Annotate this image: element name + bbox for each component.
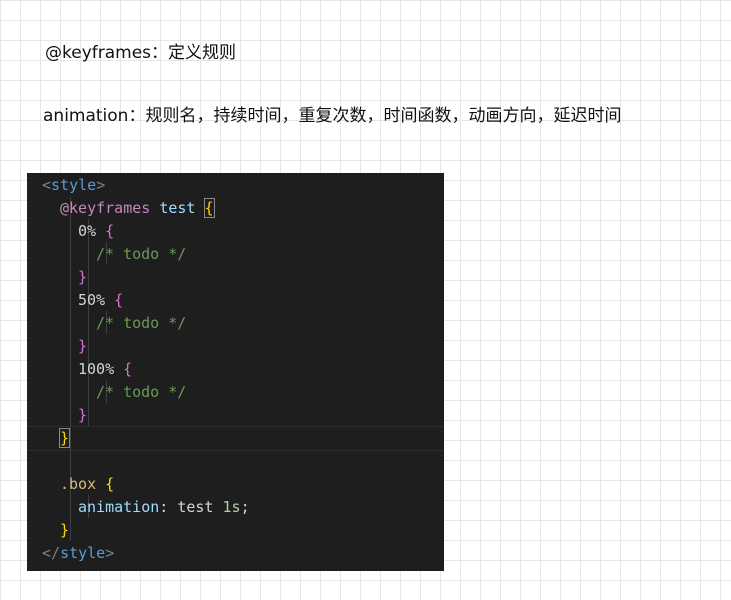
code-line: /* todo */	[96, 312, 444, 335]
tag-name: style	[51, 176, 97, 194]
keyframes-keyword: @keyframes	[60, 199, 151, 217]
tag-bracket: >	[96, 176, 106, 194]
keyframe-selector: 0%	[78, 222, 97, 240]
code-line: .box {	[60, 473, 444, 496]
animation-note: animation：规则名，持续时间，重复次数，时间函数，动画方向，延迟时间	[43, 106, 622, 126]
keyframes-name: test	[159, 199, 196, 217]
code-line: 50% {	[78, 289, 444, 312]
open-brace: {	[105, 222, 115, 240]
indent-guide	[88, 219, 89, 426]
open-brace: {	[114, 291, 124, 309]
close-brace: }	[58, 428, 71, 448]
code-line: /* todo */	[96, 381, 444, 404]
keyframe-selector: 50%	[78, 291, 106, 309]
code-line: <style>	[42, 174, 444, 197]
animation-name-value: test	[177, 498, 214, 516]
code-line: 100% {	[78, 358, 444, 381]
keyframes-note: @keyframes：定义规则	[45, 43, 237, 63]
tag-bracket: </	[42, 544, 61, 562]
semicolon: ;	[240, 498, 250, 516]
comment: /* todo */	[96, 314, 187, 332]
comment: /* todo */	[96, 245, 187, 263]
close-brace: }	[78, 406, 88, 424]
close-brace: }	[78, 268, 88, 286]
code-line: }	[58, 427, 444, 450]
open-brace: {	[203, 198, 215, 218]
comment: /* todo */	[96, 383, 187, 401]
code-editor-screenshot: <style> @keyframes test { 0% { /* todo *…	[27, 173, 444, 571]
close-brace: }	[60, 521, 70, 539]
tag-bracket: >	[105, 544, 115, 562]
colon: :	[159, 498, 169, 516]
code-line: /* todo */	[96, 243, 444, 266]
close-brace: }	[78, 337, 88, 355]
css-selector: .box	[60, 475, 97, 493]
code-line: 0% {	[78, 220, 444, 243]
keyframe-selector: 100%	[78, 360, 115, 378]
tag-bracket: <	[42, 176, 52, 194]
code-line: }	[78, 404, 444, 427]
css-property: animation	[78, 498, 160, 516]
duration-value: 1s	[222, 498, 241, 516]
open-brace: {	[123, 360, 133, 378]
code-line: @keyframes test {	[60, 197, 444, 220]
tag-name: style	[60, 544, 106, 562]
code-line: </style>	[42, 542, 444, 565]
code-line: }	[78, 266, 444, 289]
open-brace: {	[105, 475, 115, 493]
code-line: }	[78, 335, 444, 358]
code-line: }	[60, 519, 444, 542]
code-line: animation: test 1s;	[78, 496, 444, 519]
